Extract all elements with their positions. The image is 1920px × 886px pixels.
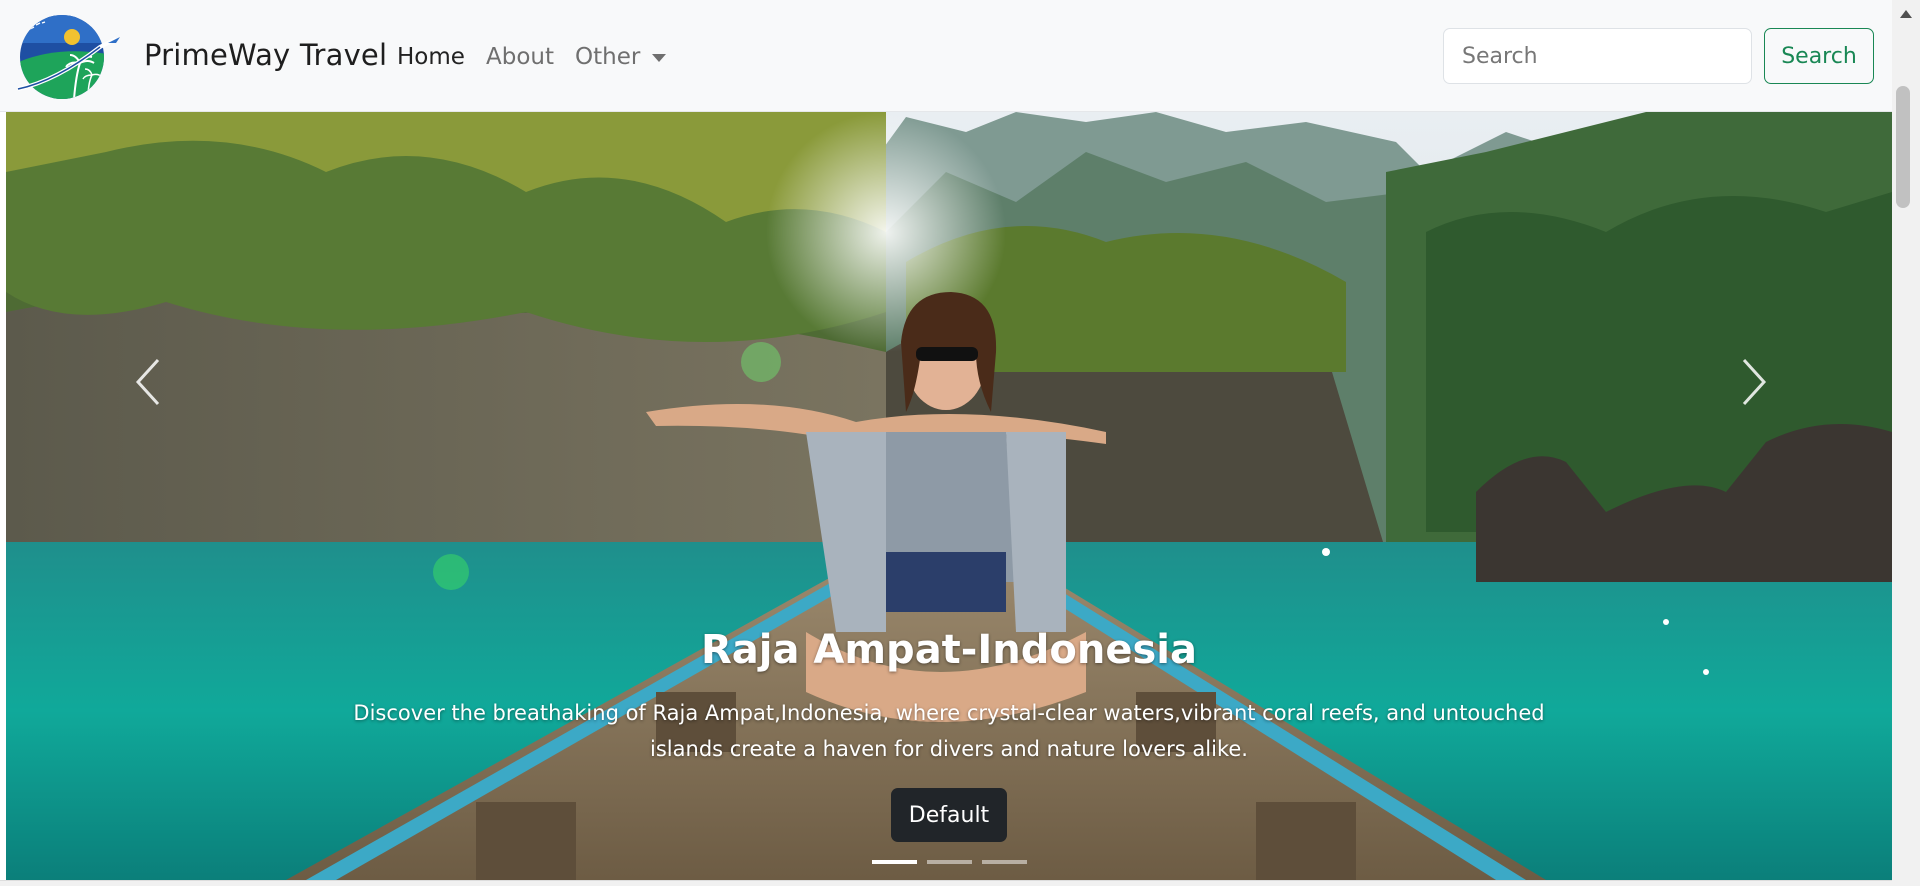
default-button[interactable]: Default bbox=[891, 788, 1007, 842]
logo-icon[interactable] bbox=[16, 13, 122, 101]
slide-description: Discover the breathaking of Raja Ampat,I… bbox=[353, 701, 1545, 761]
nav-other-dropdown[interactable]: Other bbox=[575, 44, 667, 70]
carousel-indicator[interactable] bbox=[927, 860, 972, 864]
search-input[interactable] bbox=[1443, 28, 1752, 84]
carousel-prev-icon[interactable] bbox=[128, 352, 168, 412]
search-button[interactable]: Search bbox=[1764, 28, 1874, 84]
navbar: PrimeWay Travel Home About Other Search bbox=[0, 0, 1892, 112]
horizontal-scrollbar[interactable] bbox=[0, 880, 1892, 886]
carousel-indicators bbox=[872, 860, 1027, 864]
scroll-up-icon[interactable] bbox=[1900, 10, 1912, 18]
nav-home-link[interactable]: Home bbox=[397, 44, 465, 70]
scroll-thumb[interactable] bbox=[1896, 86, 1910, 208]
slide-title: Raja Ampat-Indonesia bbox=[701, 627, 1197, 673]
carousel-next-icon[interactable] bbox=[1734, 352, 1774, 412]
vertical-scrollbar[interactable] bbox=[1892, 0, 1920, 886]
slide-caption: Raja Ampat-Indonesia Discover the breath… bbox=[6, 627, 1892, 767]
brand-name[interactable]: PrimeWay Travel bbox=[144, 38, 387, 72]
nav-about-link[interactable]: About bbox=[486, 44, 554, 70]
caret-down-icon bbox=[652, 54, 667, 62]
hero-carousel: Raja Ampat-Indonesia Discover the breath… bbox=[6, 112, 1892, 880]
carousel-indicator[interactable] bbox=[982, 860, 1027, 864]
nav-other-label: Other bbox=[575, 44, 641, 70]
carousel-indicator[interactable] bbox=[872, 860, 917, 864]
